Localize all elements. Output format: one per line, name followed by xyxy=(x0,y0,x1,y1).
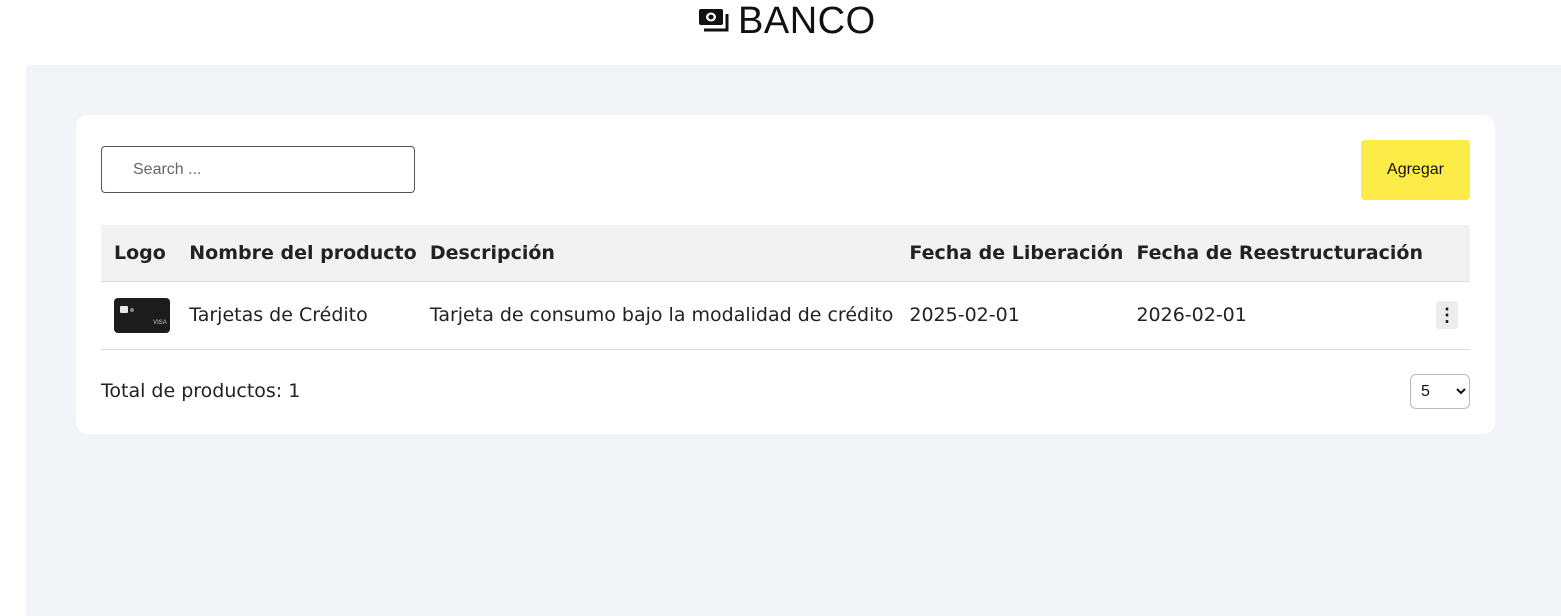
search-input[interactable] xyxy=(101,146,415,193)
cell-product-name: Tarjetas de Crédito xyxy=(189,304,368,326)
card-brand-text: VISA xyxy=(152,319,167,326)
page-size-select[interactable]: 5 xyxy=(1410,374,1470,409)
column-header-restructure-date: Fecha de Reestructuración xyxy=(1136,241,1423,264)
column-header-name: Nombre del producto xyxy=(189,241,417,264)
total-products: Total de productos: 1 xyxy=(101,380,301,402)
top-header: BANCO xyxy=(0,0,1561,65)
contactless-icon xyxy=(130,307,134,312)
add-button[interactable]: Agregar xyxy=(1361,140,1470,200)
cell-release-date: 2025-02-01 xyxy=(909,304,1020,326)
money-bill-icon xyxy=(699,9,729,32)
column-header-release-date: Fecha de Liberación xyxy=(909,241,1124,264)
column-header-actions xyxy=(1423,225,1470,281)
column-header-description: Descripción xyxy=(429,241,555,264)
table-header-row: Logo Nombre del producto Descripción Fec… xyxy=(101,225,1470,281)
credit-card-logo: VISA xyxy=(114,297,170,333)
cell-restructure-date: 2026-02-01 xyxy=(1136,304,1247,326)
cell-logo: VISA xyxy=(101,281,176,349)
card-chip-icon xyxy=(120,305,128,313)
products-card: Agregar Logo Nombre del producto Descrip… xyxy=(76,115,1495,434)
app-title: BANCO xyxy=(738,0,876,42)
main-content: Agregar Logo Nombre del producto Descrip… xyxy=(26,65,1561,616)
brand: BANCO xyxy=(699,0,876,42)
column-header-logo: Logo xyxy=(114,241,166,264)
row-menu-button[interactable]: ⋮ xyxy=(1436,301,1458,329)
cell-actions: ⋮ xyxy=(1423,281,1470,349)
table-row: VISA Tarjetas de Crédito Tarjeta de cons… xyxy=(101,281,1470,349)
cell-description: Tarjeta de consumo bajo la modalidad de … xyxy=(429,304,894,326)
products-table: Logo Nombre del producto Descripción Fec… xyxy=(101,225,1470,350)
more-vertical-icon: ⋮ xyxy=(1438,304,1456,325)
